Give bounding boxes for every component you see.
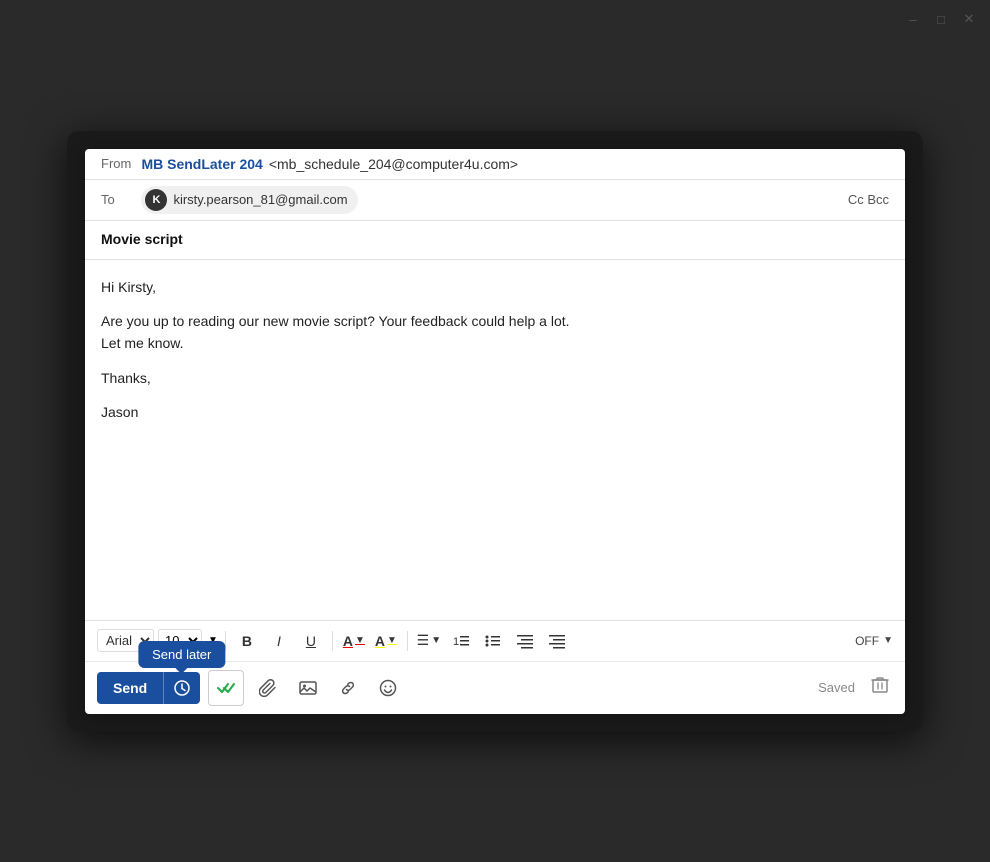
formatting-toolbar: Arial 10 ▼ B I U A▼ A▼ ☰▼ xyxy=(85,620,905,661)
svg-text:1.: 1. xyxy=(453,636,462,648)
font-color-button[interactable]: A▼ xyxy=(340,627,368,655)
from-email: <mb_schedule_204@computer4u.com> xyxy=(269,156,518,172)
greeting: Hi Kirsty, xyxy=(101,276,889,298)
ordered-list-button[interactable]: 1. xyxy=(447,627,475,655)
email-body[interactable]: Hi Kirsty, Are you up to reading our new… xyxy=(85,260,905,620)
body-para1: Are you up to reading our new movie scri… xyxy=(101,310,889,355)
check-button[interactable] xyxy=(208,670,244,706)
send-later-wrapper: Send later xyxy=(163,672,200,704)
recipient-chip[interactable]: K kirsty.pearson_81@gmail.com xyxy=(141,186,357,214)
sep3 xyxy=(407,631,408,651)
font-family-selector[interactable]: Arial xyxy=(97,629,154,652)
send-later-button[interactable] xyxy=(163,672,200,704)
emoji-button[interactable] xyxy=(372,672,404,704)
italic-button[interactable]: I xyxy=(265,627,293,655)
highlight-color-button[interactable]: A▼ xyxy=(372,627,400,655)
compose-window: From MB SendLater 204 <mb_schedule_204@c… xyxy=(85,149,905,714)
increase-indent-button[interactable] xyxy=(543,627,571,655)
bold-button[interactable]: B xyxy=(233,627,261,655)
body-para3: Jason xyxy=(101,401,889,423)
to-label: To xyxy=(101,192,137,207)
from-label: From xyxy=(101,156,137,171)
unordered-list-button[interactable] xyxy=(479,627,507,655)
align-button[interactable]: ☰▼ xyxy=(415,627,443,655)
send-button[interactable]: Send xyxy=(97,672,163,704)
off-arrow: ▼ xyxy=(883,635,893,646)
subject-row: Movie script xyxy=(85,221,905,260)
action-row: Send Send later xyxy=(85,661,905,714)
from-name: MB SendLater 204 xyxy=(141,156,262,172)
decrease-indent-button[interactable] xyxy=(511,627,539,655)
attachment-button[interactable] xyxy=(252,672,284,704)
body-para2: Thanks, xyxy=(101,367,889,389)
cc-bcc-button[interactable]: Cc Bcc xyxy=(848,192,889,207)
send-button-group: Send Send later xyxy=(97,672,200,704)
image-button[interactable] xyxy=(292,672,324,704)
font-size-selector[interactable]: 10 xyxy=(158,629,202,652)
from-row: From MB SendLater 204 <mb_schedule_204@c… xyxy=(85,149,905,180)
recipient-email: kirsty.pearson_81@gmail.com xyxy=(173,192,347,207)
avatar: K xyxy=(145,189,167,211)
to-row: To K kirsty.pearson_81@gmail.com Cc Bcc xyxy=(85,180,905,221)
sep2 xyxy=(332,631,333,651)
underline-button[interactable]: U xyxy=(297,627,325,655)
sep1 xyxy=(225,631,226,651)
saved-status: Saved xyxy=(818,680,855,695)
off-toggle[interactable]: OFF ▼ xyxy=(855,634,893,648)
subject-text: Movie script xyxy=(101,231,183,247)
link-button[interactable] xyxy=(332,672,364,704)
window-shadow: From MB SendLater 204 <mb_schedule_204@c… xyxy=(67,131,923,732)
font-size-arrow: ▼ xyxy=(208,635,218,646)
delete-button[interactable] xyxy=(867,672,893,703)
